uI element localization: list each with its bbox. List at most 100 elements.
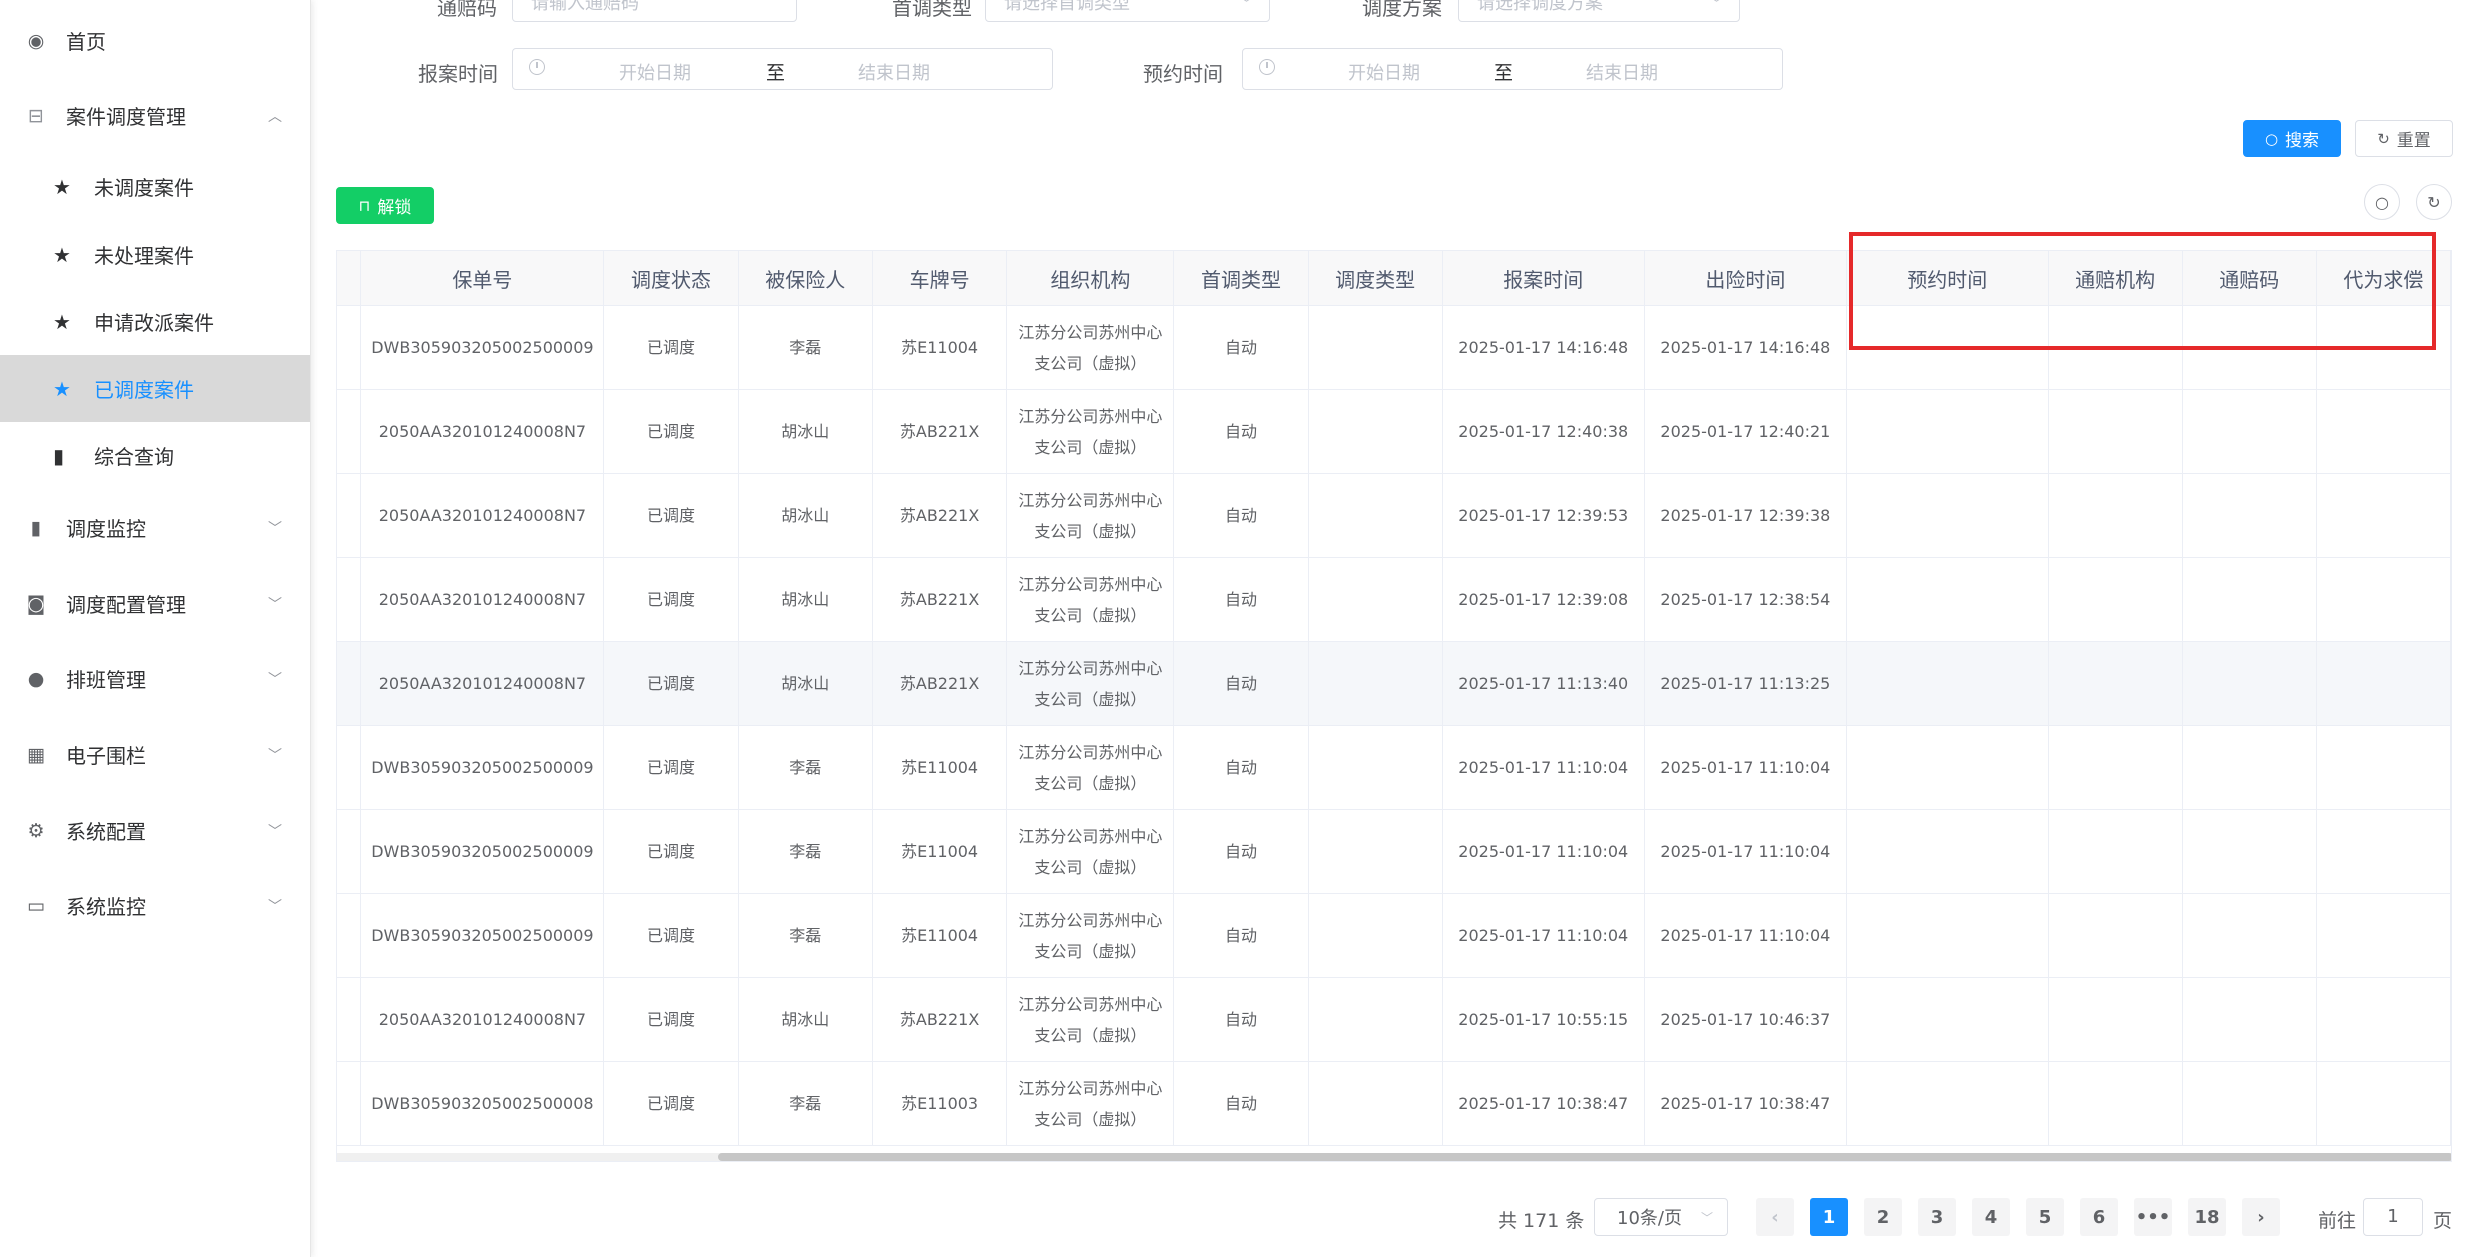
table-row[interactable]: 2050AA320101240008N7 已调度 胡冰山 苏AB221X 江苏分公司苏州… [337, 641, 2451, 726]
table-row[interactable]: 2050AA320101240008N7 已调度 胡冰山 苏AB221X 江苏分公司苏州… [337, 389, 2451, 474]
chevron-down-icon: ﹀ [268, 823, 282, 840]
selection-cell[interactable] [337, 977, 362, 1062]
cell-first: 自动 [1173, 977, 1309, 1062]
menu-dispatch-monitor[interactable]: ▮ 调度监控 ﹀ [0, 494, 310, 561]
cell-report: 2025-01-17 11:10:04 [1442, 725, 1645, 810]
refresh-table-button[interactable]: ↻ [2416, 184, 2452, 220]
col-header[interactable]: 车牌号 [872, 251, 1008, 306]
horizontal-scrollbar[interactable] [337, 1153, 2451, 1161]
page-button[interactable]: 18 [2188, 1198, 2226, 1236]
selection-cell[interactable] [337, 473, 362, 558]
table-row[interactable]: DWB305903205002500009 已调度 李磊 苏E11004 江苏分公司苏州… [337, 893, 2451, 978]
selection-cell[interactable] [337, 641, 362, 726]
report-end-date[interactable]: 结束日期 [858, 59, 930, 85]
first-type-select[interactable]: 请选择首调类型 ﹀ [985, 0, 1270, 22]
menu-fence[interactable]: ▦ 电子围栏 ﹀ [0, 721, 310, 788]
table-row[interactable]: DWB305903205002500008 已调度 李磊 苏E11003 江苏分公司苏州… [337, 1061, 2451, 1146]
col-header[interactable]: 调度类型 [1308, 251, 1443, 306]
search-button[interactable]: ○ 搜索 [2243, 120, 2341, 157]
appointment-end-date[interactable]: 结束日期 [1586, 59, 1658, 85]
plan-select[interactable]: 请选择调度方案 ﹀ [1458, 0, 1740, 22]
sidebar-item-query[interactable]: ▮ 综合查询 [0, 422, 310, 489]
cell-insured: 胡冰山 [738, 977, 873, 1062]
col-header[interactable]: 代为求偿 [2316, 251, 2451, 306]
menu-dispatch-config[interactable]: ◙ 调度配置管理 ﹀ [0, 570, 310, 637]
cell-org: 江苏分公司苏州中心支公司（虚拟） [1006, 641, 1175, 726]
chevron-down-icon: ﹀ [268, 520, 282, 537]
page-button[interactable]: 1 [1810, 1198, 1848, 1236]
page-size-select[interactable]: 10条/页 ﹀ [1594, 1198, 1728, 1236]
org-text: 江苏分公司苏州中心支公司（虚拟） [1018, 826, 1163, 877]
col-header[interactable]: 首调类型 [1173, 251, 1309, 306]
selection-cell[interactable] [337, 557, 362, 642]
sidebar-item-dispatched[interactable]: ★ 已调度案件 [0, 355, 310, 422]
toggle-search-button[interactable]: ○ [2364, 184, 2400, 220]
page-button[interactable]: 6 [2080, 1198, 2118, 1236]
menu-sysconfig[interactable]: ⚙ 系统配置 ﹀ [0, 797, 310, 864]
col-header[interactable]: 被保险人 [738, 251, 873, 306]
table-row[interactable]: DWB305903205002500009 已调度 李磊 苏E11004 江苏分公司苏州… [337, 725, 2451, 810]
next-page-button[interactable]: › [2242, 1198, 2280, 1236]
menu-schedule[interactable]: ● 排班管理 ﹀ [0, 645, 310, 712]
table-row[interactable]: DWB305903205002500009 已调度 李磊 苏E11004 江苏分公司苏州… [337, 305, 2451, 390]
page-button[interactable]: 5 [2026, 1198, 2064, 1236]
col-header[interactable]: 通赔码 [2182, 251, 2317, 306]
page-button[interactable]: 2 [1864, 1198, 1902, 1236]
sidebar-item-label: 未处理案件 [94, 244, 194, 268]
table-row[interactable]: 2050AA320101240008N7 已调度 胡冰山 苏AB221X 江苏分公司苏州… [337, 557, 2451, 642]
table-row[interactable]: 2050AA320101240008N7 已调度 胡冰山 苏AB221X 江苏分公司苏州… [337, 977, 2451, 1062]
menu-home[interactable]: ◉ 首页 [0, 7, 310, 74]
claim-code-input[interactable]: 请输入通赔码 [512, 0, 797, 22]
report-date-range[interactable]: 开始日期 至 结束日期 [512, 48, 1053, 90]
cell-status: 已调度 [603, 1061, 739, 1146]
goto-page-input[interactable]: 1 [2363, 1198, 2423, 1236]
menu-label: 调度配置管理 [66, 593, 186, 617]
report-start-date[interactable]: 开始日期 [619, 59, 691, 85]
col-header[interactable]: 预约时间 [1846, 251, 2049, 306]
cell-empty [2048, 725, 2183, 810]
col-header[interactable]: 组织机构 [1006, 251, 1175, 306]
sidebar-item-unprocessed[interactable]: ★ 未处理案件 [0, 221, 310, 288]
cell-policy: DWB305903205002500008 [360, 1061, 605, 1146]
appointment-date-range[interactable]: 开始日期 至 结束日期 [1242, 48, 1783, 90]
unlock-button[interactable]: ⊓ 解锁 [336, 187, 434, 224]
chevron-down-icon: ﹀ [268, 747, 282, 764]
cell-report: 2025-01-17 10:55:15 [1442, 977, 1645, 1062]
prev-page-button[interactable]: ‹ [1756, 1198, 1794, 1236]
selection-cell[interactable] [337, 389, 362, 474]
cell-dtype [1308, 389, 1443, 474]
cell-insured: 李磊 [738, 893, 873, 978]
chevron-down-icon: ﹀ [1709, 0, 1723, 12]
sidebar-item-undispatched[interactable]: ★ 未调度案件 [0, 153, 310, 220]
table-row[interactable]: DWB305903205002500009 已调度 李磊 苏E11004 江苏分公司苏州… [337, 809, 2451, 894]
table-row[interactable]: 2050AA320101240008N7 已调度 胡冰山 苏AB221X 江苏分公司苏州… [337, 473, 2451, 558]
cell-empty [1846, 725, 2049, 810]
col-header[interactable]: 通赔机构 [2048, 251, 2183, 306]
selection-cell[interactable] [337, 893, 362, 978]
cell-plate: 苏AB221X [872, 389, 1008, 474]
scrollbar-thumb[interactable] [718, 1153, 2451, 1161]
cell-dtype [1308, 809, 1443, 894]
col-header[interactable]: 报案时间 [1442, 251, 1645, 306]
selection-cell[interactable] [337, 809, 362, 894]
cell-insured: 李磊 [738, 305, 873, 390]
more-pages-button[interactable]: ••• [2134, 1198, 2172, 1236]
selection-cell[interactable] [337, 305, 362, 390]
col-header[interactable]: 调度状态 [603, 251, 739, 306]
selection-cell[interactable] [337, 725, 362, 810]
selection-column[interactable] [337, 251, 362, 306]
col-header[interactable]: 保单号 [360, 251, 605, 306]
selection-cell[interactable] [337, 1061, 362, 1146]
page-button[interactable]: 3 [1918, 1198, 1956, 1236]
menu-dispatch-management[interactable]: ⊟ 案件调度管理 ︿ [0, 82, 310, 149]
menu-sysmonitor[interactable]: ▭ 系统监控 ﹀ [0, 872, 310, 939]
sidebar-item-reassign[interactable]: ★ 申请改派案件 [0, 288, 310, 355]
menu-label: 排班管理 [66, 668, 146, 692]
star-icon: ★ [53, 174, 71, 199]
appointment-start-date[interactable]: 开始日期 [1348, 59, 1420, 85]
page-button[interactable]: 4 [1972, 1198, 2010, 1236]
col-header[interactable]: 出险时间 [1644, 251, 1847, 306]
cell-empty [1846, 1061, 2049, 1146]
dispatched-cases-table: 保单号 调度状态 被保险人 车牌号 组织机构 首调类型 调度类型 报案时间 出险… [336, 250, 2452, 1162]
reset-button[interactable]: ↻ 重置 [2355, 120, 2453, 157]
